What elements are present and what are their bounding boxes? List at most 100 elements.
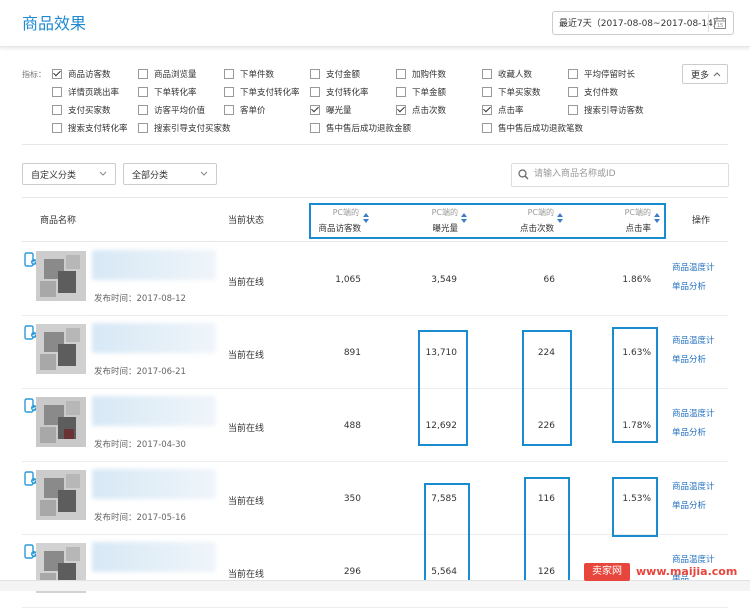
status-text: 当前在线: [228, 278, 265, 288]
metric-option[interactable]: 访客平均价值: [138, 104, 205, 116]
product-thumbnail[interactable]: [36, 324, 86, 374]
status-text: 当前在线: [228, 497, 265, 507]
product-thermometer-link[interactable]: 商品温度计: [672, 407, 715, 419]
metric-option[interactable]: 搜索支付转化率: [52, 122, 128, 134]
status-text: 当前在线: [228, 424, 265, 434]
metric-option[interactable]: 支付买家数: [52, 104, 111, 116]
metric-option[interactable]: 曝光量: [310, 104, 352, 116]
metric-option[interactable]: 下单转化率: [138, 86, 197, 98]
checkbox[interactable]: [138, 69, 148, 79]
metric-option[interactable]: 客单价: [224, 104, 266, 116]
calendar-button[interactable]: 15: [708, 14, 731, 32]
metric-option[interactable]: 加购件数: [396, 68, 446, 80]
product-name-blurred[interactable]: [92, 469, 216, 499]
metric-option-label: 平均停留时长: [584, 70, 636, 80]
checkbox[interactable]: [138, 105, 148, 115]
product-thumbnail[interactable]: [36, 397, 86, 447]
metric-option[interactable]: 支付金额: [310, 68, 360, 80]
checkbox[interactable]: [310, 69, 320, 79]
header-product-name: 商品名称: [40, 216, 77, 226]
divider: [22, 144, 728, 145]
metric-option[interactable]: 平均停留时长: [568, 68, 635, 80]
metric-option[interactable]: 收藏人数: [482, 68, 532, 80]
checkbox-checked[interactable]: [482, 105, 492, 115]
metric-option[interactable]: 支付转化率: [310, 86, 369, 98]
product-name-blurred[interactable]: [92, 542, 216, 572]
checkbox-checked[interactable]: [396, 105, 406, 115]
all-category-select[interactable]: 全部分类: [123, 163, 217, 185]
date-range-picker[interactable]: 最近7天（2017-08-08~2017-08-14） 15: [552, 11, 734, 35]
metric-option[interactable]: 下单金额: [396, 86, 446, 98]
search-icon: [518, 169, 529, 180]
metric-option[interactable]: 售中售后成功退款笔数: [482, 122, 583, 134]
item-analysis-link[interactable]: 单品分析: [672, 426, 706, 438]
checkbox[interactable]: [52, 105, 62, 115]
more-metrics-button[interactable]: 更多: [682, 64, 728, 84]
checkbox[interactable]: [310, 87, 320, 97]
metric-option[interactable]: 商品访客数: [52, 68, 111, 80]
search-input[interactable]: [534, 167, 719, 181]
metric-option[interactable]: 搜索引导支付买家数: [138, 122, 231, 134]
custom-category-value: 自定义分类: [31, 171, 77, 181]
watermark: 卖家网 www.maijia.com: [584, 561, 750, 583]
metric-option[interactable]: 下单买家数: [482, 86, 541, 98]
product-thermometer-link[interactable]: 商品温度计: [672, 261, 715, 273]
metric-option-label: 搜索引导支付买家数: [154, 124, 231, 134]
metric-option[interactable]: 详情页跳出率: [52, 86, 119, 98]
checkbox[interactable]: [310, 123, 320, 133]
metric-option[interactable]: 商品浏览量: [138, 68, 197, 80]
checkbox-checked[interactable]: [310, 105, 320, 115]
visitors-value: 891: [343, 348, 361, 358]
clicks-value: 66: [543, 275, 555, 285]
metric-option[interactable]: 点击次数: [396, 104, 446, 116]
search-box[interactable]: [511, 163, 729, 187]
checkbox[interactable]: [224, 105, 234, 115]
checkbox[interactable]: [568, 87, 578, 97]
custom-category-select[interactable]: 自定义分类: [22, 163, 116, 185]
metric-option-label: 支付件数: [584, 88, 619, 98]
item-analysis-link[interactable]: 单品分析: [672, 499, 706, 511]
checkbox[interactable]: [568, 69, 578, 79]
ctr-value: 1.86%: [622, 275, 651, 285]
product-thermometer-link[interactable]: 商品温度计: [672, 480, 715, 492]
checkbox[interactable]: [396, 69, 406, 79]
metric-option[interactable]: 下单件数: [224, 68, 274, 80]
header-action: 操作: [692, 216, 711, 226]
checkbox-checked[interactable]: [52, 69, 62, 79]
metric-option[interactable]: 点击率: [482, 104, 524, 116]
highlight-box: [522, 330, 572, 446]
highlight-box: [524, 477, 570, 583]
checkbox[interactable]: [138, 123, 148, 133]
item-analysis-link[interactable]: 单品分析: [672, 353, 706, 365]
checkbox[interactable]: [52, 87, 62, 97]
metric-option-label: 加购件数: [412, 70, 447, 80]
metric-option-label: 支付转化率: [326, 88, 369, 98]
metric-option[interactable]: 下单支付转化率: [224, 86, 300, 98]
metric-option-label: 售中售后成功退款笔数: [498, 124, 584, 134]
exposure-value: 3,549: [431, 275, 457, 285]
checkbox[interactable]: [568, 105, 578, 115]
product-thermometer-link[interactable]: 商品温度计: [672, 334, 715, 346]
checkbox[interactable]: [396, 87, 406, 97]
product-thumbnail[interactable]: [36, 470, 86, 520]
checkbox[interactable]: [482, 87, 492, 97]
metric-option[interactable]: 支付件数: [568, 86, 618, 98]
product-thumbnail[interactable]: [36, 251, 86, 301]
checkbox[interactable]: [224, 87, 234, 97]
table-top-border: [22, 197, 728, 198]
metric-option-label: 曝光量: [326, 106, 352, 116]
metric-option-label: 下单转化率: [154, 88, 197, 98]
highlight-box: [612, 327, 658, 443]
checkbox[interactable]: [224, 69, 234, 79]
product-name-blurred[interactable]: [92, 323, 216, 353]
checkbox[interactable]: [482, 123, 492, 133]
product-name-blurred[interactable]: [92, 250, 216, 280]
metric-option-label: 下单买家数: [498, 88, 541, 98]
checkbox[interactable]: [52, 123, 62, 133]
metric-option[interactable]: 售中售后成功退款金额: [310, 122, 411, 134]
checkbox[interactable]: [138, 87, 148, 97]
metric-option[interactable]: 搜索引导访客数: [568, 104, 644, 116]
product-name-blurred[interactable]: [92, 396, 216, 426]
checkbox[interactable]: [482, 69, 492, 79]
item-analysis-link[interactable]: 单品分析: [672, 280, 706, 292]
